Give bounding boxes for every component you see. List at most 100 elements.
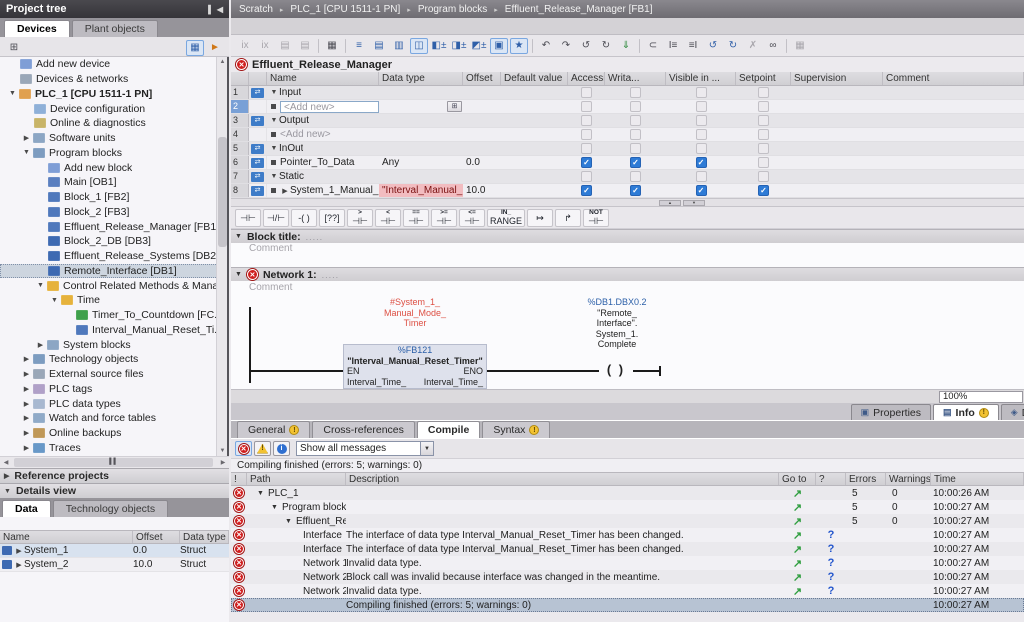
visible-checkbox[interactable] (696, 87, 707, 98)
chevron-down-icon[interactable]: ▼ (235, 271, 242, 278)
tree-item[interactable]: ▶ External source files (0, 367, 218, 382)
tree-horizontal-scrollbar[interactable]: ◀ ▌▌ ▶ (0, 456, 229, 468)
row-number[interactable]: 6 (231, 156, 249, 169)
datatype-cell[interactable]: Any ⊞ (379, 156, 463, 169)
editor-toolbar-icon[interactable]: ⇓ (617, 38, 635, 54)
col-visible[interactable]: Visible in ... (666, 72, 736, 85)
goto-arrow-icon[interactable]: ↗ (793, 516, 802, 528)
editor-toolbar-icon[interactable]: ▦ (323, 38, 341, 54)
breadcrumb-item[interactable]: Program blocks (400, 4, 487, 15)
compile-message-row[interactable]: ▼ Network 2 Invalid data type. ↗ ? 10:00… (231, 584, 1024, 598)
zoom-level-input[interactable]: 100% (939, 391, 1023, 403)
datatype-cell[interactable]: ⊞ (379, 100, 463, 113)
writable-checkbox[interactable] (630, 143, 641, 154)
col-accessible[interactable]: Accessible f... (568, 72, 605, 85)
visible-checkbox[interactable] (696, 115, 707, 126)
tree-item[interactable]: ▼ Time (0, 293, 218, 308)
ladder-instruction-button[interactable]: NOT ⊣⊢ (583, 209, 609, 227)
expander-icon[interactable]: ▶ (14, 547, 24, 555)
tree-item[interactable]: ▶ Traces (0, 441, 218, 456)
goto-arrow-icon[interactable]: ↗ (793, 572, 802, 584)
editor-toolbar-icon[interactable]: ▤ (370, 38, 388, 54)
visible-checkbox[interactable] (696, 143, 707, 154)
compile-message-row[interactable]: ▼ Compiling finished (errors: 5; warning… (231, 598, 1024, 612)
tree-item[interactable]: Remote_Interface [DB1] (0, 264, 218, 279)
ladder-instruction-button[interactable]: <= ⊣⊢ (459, 209, 485, 227)
col-default[interactable]: Default value (501, 72, 568, 85)
details-col-datatype[interactable]: Data type (180, 531, 229, 543)
project-tree-tab[interactable]: Plant objects (72, 20, 158, 37)
info-subtab[interactable]: Cross-references (312, 421, 415, 438)
tree-item[interactable]: Block_2 [FB3] (0, 205, 218, 220)
coil-operand[interactable]: %DB1.DBX0.2 "Remote_ Interface". System_… (561, 297, 673, 350)
expander-icon[interactable]: ▶ (20, 134, 33, 142)
network-1-band[interactable]: ▼ Network 1: ..... (231, 267, 1024, 281)
expander-icon[interactable]: ▼ (269, 117, 279, 124)
expander-icon[interactable]: ▼ (269, 89, 279, 96)
breadcrumb-item[interactable]: Scratch (239, 4, 273, 15)
help-question-icon[interactable]: ? (828, 557, 835, 569)
datatype-cell[interactable]: ⊞ (379, 128, 463, 141)
collapse-up-handle[interactable]: ▲ (659, 200, 681, 206)
ladder-instruction-button[interactable]: >= ⊣⊢ (431, 209, 457, 227)
datatype-cell[interactable]: ⊞ (379, 86, 463, 99)
interface-row[interactable]: 6 ⇄ Pointer_To_Data Pointer_To_Data Any … (231, 156, 1024, 170)
tree-item[interactable]: Main [OB1] (0, 175, 218, 190)
en-pin[interactable]: EN (347, 366, 360, 377)
compile-message-row[interactable]: ▼ Interface The interface of data type I… (231, 542, 1024, 556)
editor-toolbar-icon[interactable]: ◩± (470, 38, 488, 54)
col-goto[interactable]: Go to (779, 473, 816, 485)
details-view-bar[interactable]: ▼ Details view (0, 483, 229, 498)
block-comment-field[interactable]: Comment (231, 243, 1024, 256)
tree-item[interactable]: ▶ Online backups (0, 426, 218, 441)
editor-toolbar-icon[interactable]: ◫ (410, 38, 428, 54)
col-help[interactable]: ? (816, 473, 846, 485)
tree-toolbar-icon[interactable]: ► (206, 40, 224, 56)
tree-vertical-scrollbar[interactable]: ▲ ▼ (216, 57, 227, 456)
details-view-tab[interactable]: Data (2, 500, 51, 517)
expander-icon[interactable]: ▼ (6, 90, 19, 97)
inspector-tab[interactable]: ◈ Diagnostics (1001, 404, 1024, 420)
editor-toolbar-icon[interactable]: ▣ (490, 38, 508, 54)
interface-row[interactable]: 1 ⇄ ▼ Input Input ⊞ (231, 86, 1024, 100)
editor-toolbar-icon[interactable]: ◧± (430, 38, 448, 54)
details-view-tab[interactable]: Technology objects (53, 500, 168, 517)
input-pin[interactable]: Interval_Time_ (347, 377, 406, 388)
tree-item[interactable]: Interval_Manual_Reset_Ti... (0, 323, 218, 338)
expander-icon[interactable]: ▶ (20, 355, 33, 363)
scroll-up-icon[interactable]: ▲ (217, 57, 228, 67)
pin-panel-icon[interactable]: ▐ (205, 5, 211, 14)
editor-toolbar-icon[interactable]: ix (236, 38, 254, 54)
tree-item[interactable]: Block_2_DB [DB3] (0, 234, 218, 249)
tree-item[interactable]: ▼ PLC_1 [CPU 1511-1 PN] (0, 87, 218, 102)
ladder-instruction-button[interactable]: ⊣/⊢ (263, 209, 289, 227)
tree-item[interactable]: ▼ Program blocks (0, 146, 218, 161)
interface-row[interactable]: 3 ⇄ ▼ Output Output ⊞ (231, 114, 1024, 128)
tree-toolbar-icon[interactable]: ▦ (186, 40, 204, 56)
editor-toolbar-icon[interactable] (345, 39, 346, 53)
col-offset[interactable]: Offset (463, 72, 501, 85)
interface-row[interactable]: 8 ⇄ ▶ System_1_Manual_M... System_1_Manu… (231, 184, 1024, 198)
editor-toolbar-icon[interactable]: ↻ (597, 38, 615, 54)
filter-errors-button[interactable] (235, 441, 252, 456)
expander-icon[interactable]: ▶ (280, 187, 290, 195)
ladder-instruction-button[interactable]: IN_ RANGE (487, 209, 525, 227)
setpoint-checkbox[interactable] (758, 115, 769, 126)
tree-item[interactable]: ▶ PLC data types (0, 396, 218, 411)
block-title-placeholder[interactable]: ..... (306, 232, 324, 242)
expander-icon[interactable]: ▶ (20, 414, 33, 422)
table-ladder-splitter[interactable]: ▲▼ (231, 198, 1024, 207)
compile-message-row[interactable]: ▼ Program blocks ↗ ? 5 0 10:00:27 AM (231, 500, 1024, 514)
expander-icon[interactable]: ▶ (20, 429, 33, 437)
expander-icon[interactable]: ▼ (20, 149, 33, 156)
tree-item[interactable]: Effluent_Release_Systems [DB2] (0, 249, 218, 264)
help-question-icon[interactable]: ? (828, 543, 835, 555)
details-col-offset[interactable]: Offset (133, 531, 180, 543)
instance-operand-error[interactable]: #System_1_ Manual_Mode_ Timer (343, 297, 487, 329)
info-subtab[interactable]: Compile (417, 421, 480, 438)
info-subtab[interactable]: Syntax (482, 421, 550, 438)
details-col-name[interactable]: Name (0, 531, 133, 543)
tree-item[interactable]: Timer_To_Countdown [FC... (0, 308, 218, 323)
output-coil[interactable]: ( ) (599, 362, 633, 377)
chevron-right-icon[interactable]: ▶ (4, 472, 9, 480)
